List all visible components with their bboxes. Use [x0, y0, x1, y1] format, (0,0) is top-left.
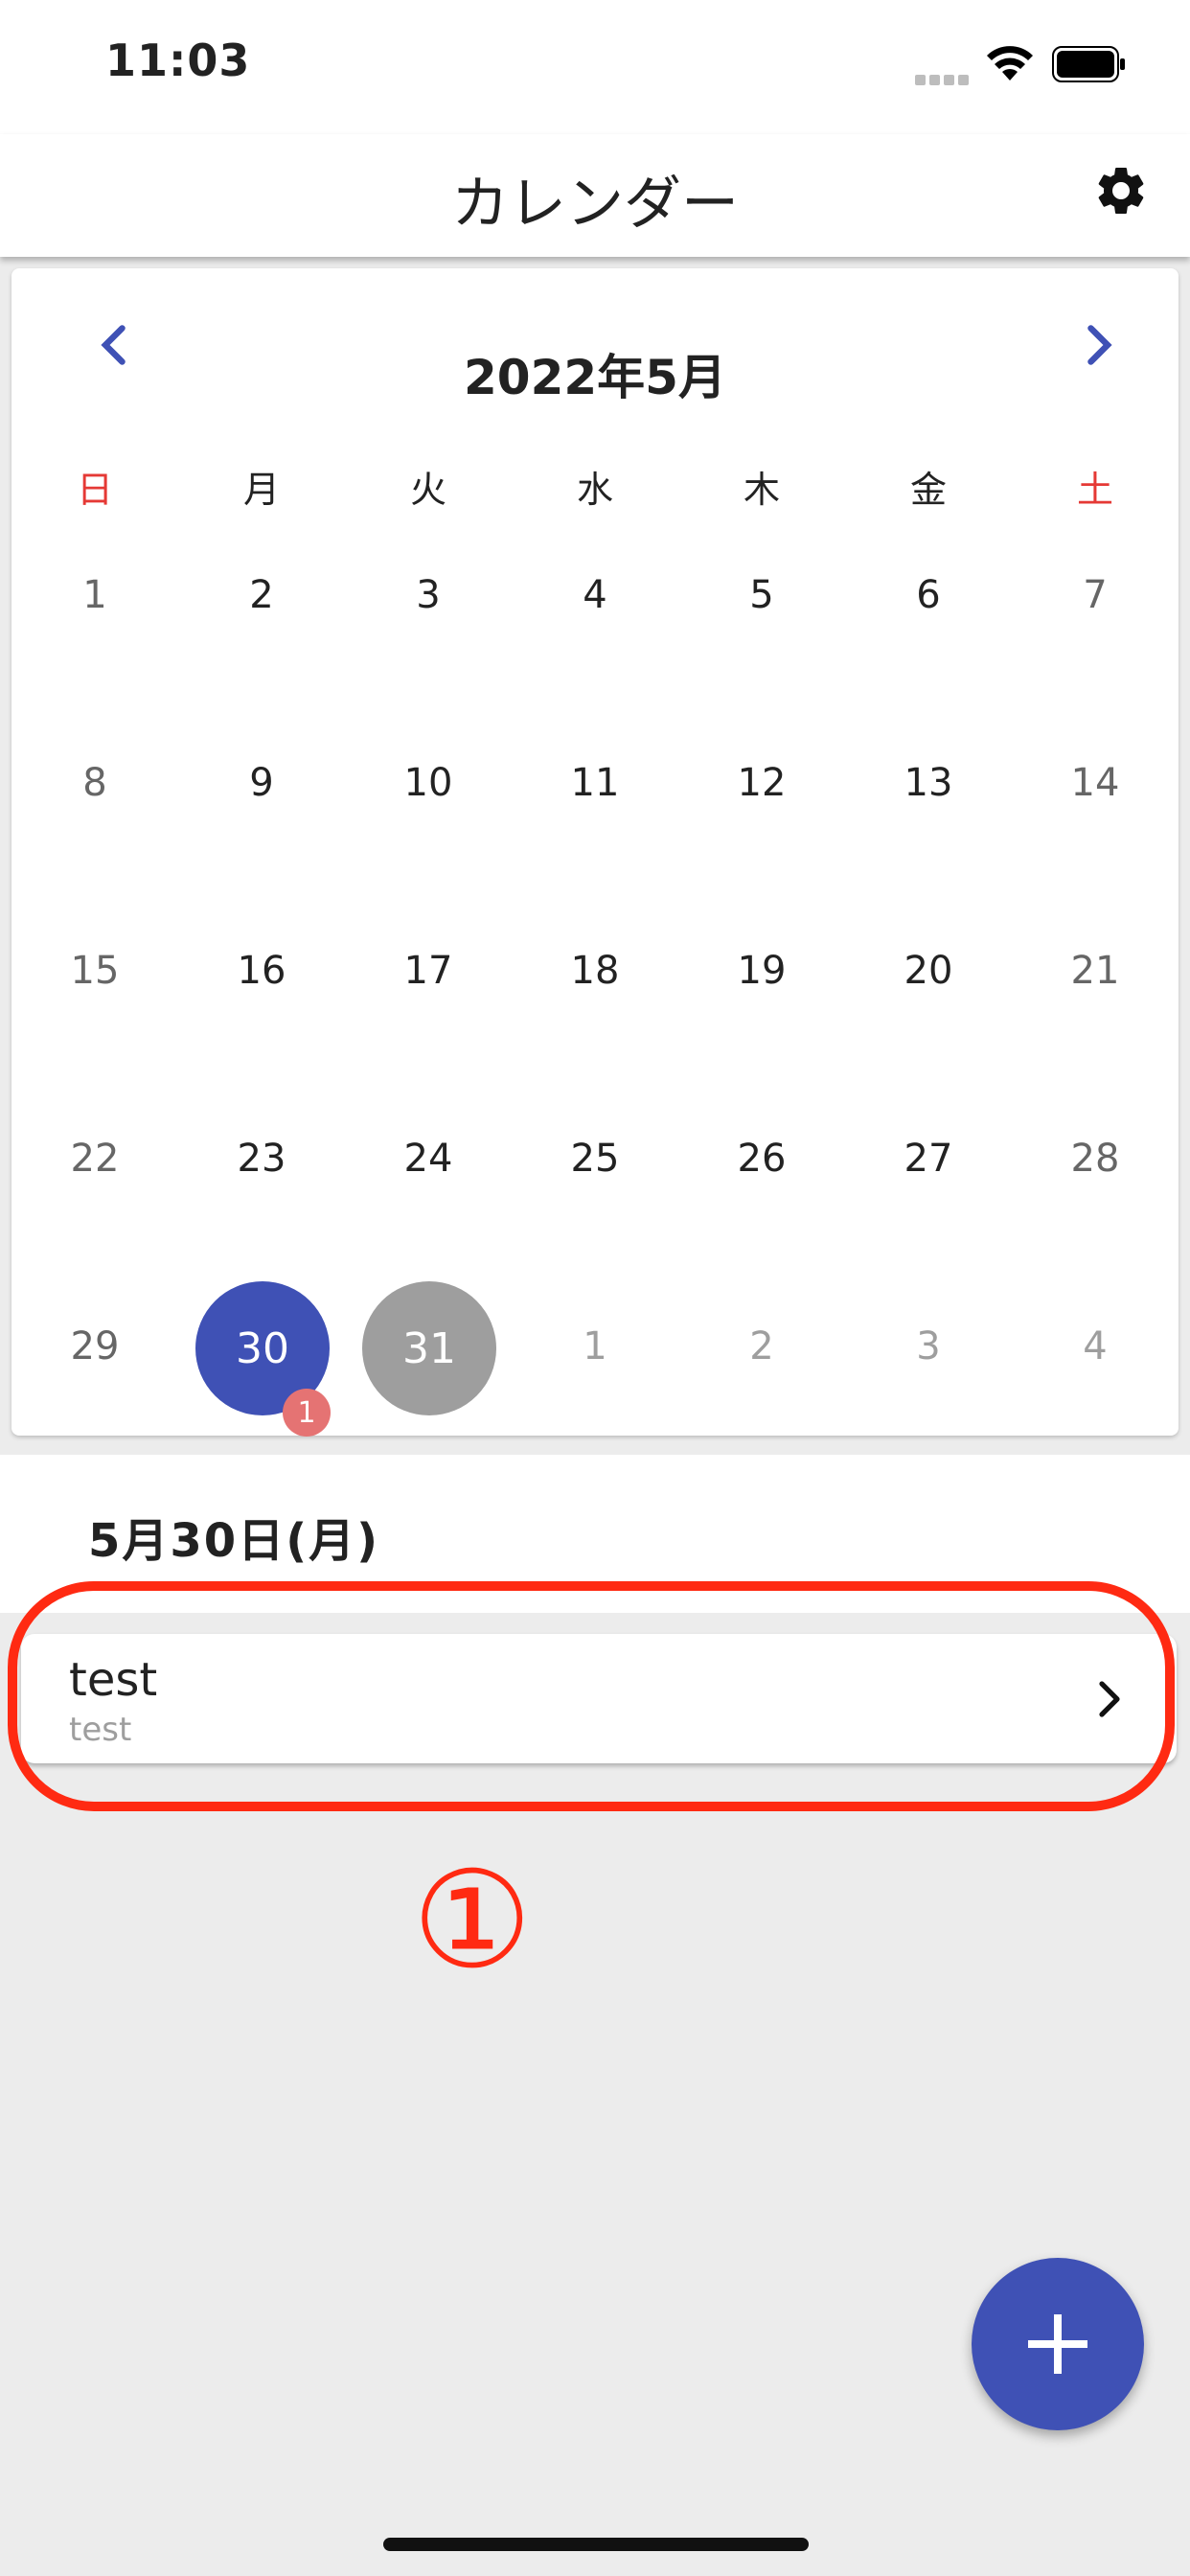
selected-date-label: 5月30日(月)	[88, 1514, 380, 1568]
calendar-day-today-label: 31	[402, 1323, 456, 1373]
weekday-wed: 水	[576, 469, 613, 511]
calendar-day[interactable]: 27	[845, 1137, 1012, 1181]
calendar-day[interactable]: 22	[11, 1137, 178, 1181]
calendar-day-today[interactable]: 31	[362, 1281, 496, 1415]
calendar-day[interactable]: 20	[845, 949, 1012, 993]
calendar-day[interactable]: 23	[178, 1137, 345, 1181]
gear-icon[interactable]	[1092, 162, 1150, 219]
calendar-day[interactable]: 21	[1012, 949, 1179, 993]
calendar-day[interactable]: 19	[678, 949, 845, 993]
page-title: カレンダー	[451, 171, 739, 238]
calendar-day[interactable]: 8	[11, 761, 178, 805]
plus-icon	[1028, 2314, 1087, 2374]
weekday-sun: 日	[76, 469, 113, 511]
weekday-tue: 火	[409, 469, 446, 511]
calendar-day[interactable]: 12	[678, 761, 845, 805]
calendar-day-selected-label: 30	[236, 1323, 289, 1373]
weekday-sat: 土	[1076, 469, 1113, 511]
calendar-day[interactable]: 17	[345, 949, 512, 993]
calendar-day[interactable]: 13	[845, 761, 1012, 805]
weekday-thu: 木	[743, 469, 780, 511]
calendar-day[interactable]: 18	[512, 949, 678, 993]
calendar-day[interactable]: 10	[345, 761, 512, 805]
calendar-day[interactable]: 16	[178, 949, 345, 993]
chevron-right-icon[interactable]	[1069, 316, 1127, 374]
calendar-day[interactable]: 14	[1012, 761, 1179, 805]
annotation-number: ①	[412, 1843, 533, 1999]
event-count-badge: 1	[283, 1389, 331, 1437]
battery-icon	[1052, 46, 1125, 82]
calendar-day[interactable]: 15	[11, 949, 178, 993]
annotation-highlight-box	[8, 1581, 1175, 1811]
home-indicator	[383, 2538, 809, 2551]
calendar-day-next-month[interactable]: 3	[845, 1324, 1012, 1368]
calendar-day[interactable]: 25	[512, 1137, 678, 1181]
calendar-day[interactable]: 11	[512, 761, 678, 805]
calendar-day-next-month[interactable]: 1	[512, 1324, 678, 1368]
calendar-day[interactable]: 7	[1012, 573, 1179, 617]
calendar-day[interactable]: 5	[678, 573, 845, 617]
calendar-area: 2022年5月 日 月 火 水 木 金 土 1 2 3 4 5 6 7 8 9 …	[0, 257, 1190, 1455]
calendar-card: 2022年5月 日 月 火 水 木 金 土 1 2 3 4 5 6 7 8 9 …	[11, 268, 1179, 1437]
calendar-day[interactable]: 26	[678, 1137, 845, 1181]
calendar-day[interactable]: 28	[1012, 1137, 1179, 1181]
calendar-day-next-month[interactable]: 2	[678, 1324, 845, 1368]
calendar-day[interactable]: 2	[178, 573, 345, 617]
weekday-mon: 月	[242, 469, 280, 511]
status-time: 11:03	[105, 34, 251, 86]
app-bar: カレンダー	[0, 134, 1190, 257]
calendar-day[interactable]: 9	[178, 761, 345, 805]
weekday-fri: 金	[909, 469, 947, 511]
calendar-day[interactable]: 3	[345, 573, 512, 617]
calendar-day[interactable]: 29	[11, 1324, 178, 1368]
calendar-day[interactable]: 4	[512, 573, 678, 617]
calendar-day-next-month[interactable]: 4	[1012, 1324, 1179, 1368]
status-bar: 11:03	[0, 0, 1190, 134]
calendar-day[interactable]: 24	[345, 1137, 512, 1181]
cellular-signal-icon	[915, 71, 973, 89]
add-event-button[interactable]	[972, 2258, 1144, 2430]
calendar-month-label: 2022年5月	[464, 350, 726, 405]
calendar-day[interactable]: 6	[845, 573, 1012, 617]
wifi-icon	[987, 46, 1033, 80]
calendar-day[interactable]: 1	[11, 573, 178, 617]
